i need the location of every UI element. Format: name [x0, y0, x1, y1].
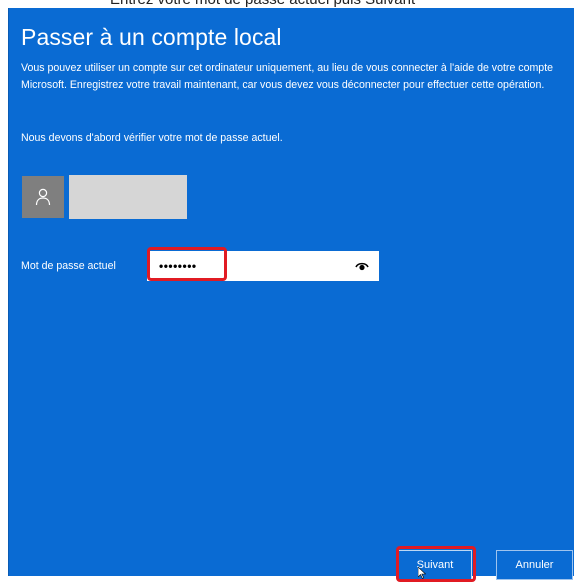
- verify-password-text: Nous devons d'abord vérifier votre mot d…: [21, 132, 283, 144]
- dialog-description: Vous pouvez utiliser un compte sur cet o…: [21, 62, 554, 91]
- switch-to-local-account-dialog: Passer à un compte local Vous pouvez uti…: [8, 8, 574, 582]
- user-avatar: [22, 176, 64, 218]
- top-caption: Entrez votre mot de passe actuel puis Su…: [0, 0, 576, 8]
- next-button-highlight-box: [396, 546, 476, 582]
- dialog-title: Passer à un compte local: [21, 24, 282, 50]
- mouse-cursor-icon: [418, 567, 426, 579]
- user-name-redacted: [69, 175, 187, 219]
- current-password-label: Mot de passe actuel: [21, 260, 116, 272]
- top-caption-text: Entrez votre mot de passe actuel puis Su…: [110, 0, 415, 8]
- password-highlight-box: [147, 247, 227, 281]
- user-silhouette-icon: [35, 188, 51, 206]
- eye-icon[interactable]: [355, 260, 369, 272]
